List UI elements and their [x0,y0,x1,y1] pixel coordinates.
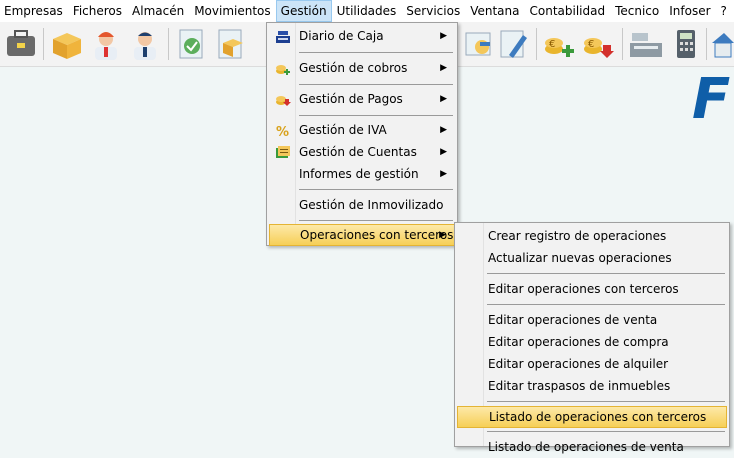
submenu-arrow-icon: ▶ [440,63,447,73]
menu-help[interactable]: ? [716,0,732,22]
menu-item-gestion-de-iva[interactable]: % Gestión de IVA ▶ [269,119,455,141]
coins-plus-icon[interactable]: € [542,27,578,61]
approve-document-icon[interactable] [174,27,210,61]
submenu-arrow-icon: ▶ [440,31,447,41]
menu-servicios[interactable]: Servicios [401,0,465,22]
menu-item-gestion-de-cuentas[interactable]: Gestión de Cuentas ▶ [269,141,455,163]
menu-item-gestion-de-cobros[interactable]: Gestión de cobros ▶ [269,57,455,79]
brand-logo: F [692,67,731,132]
worker-icon[interactable] [88,27,124,61]
menu-infoser[interactable]: Infoser [664,0,715,22]
employee-icon[interactable] [127,27,163,61]
terceros-submenu: Crear registro de operaciones Actualizar… [454,222,730,454]
cash-register-icon [275,29,291,43]
gestion-menu: Diario de Caja ▶ Gestión de cobros ▶ Ges… [266,22,458,246]
menu-item-operaciones-con-terceros[interactable]: Operaciones con terceros ▶ [269,224,455,246]
menu-item-crear-registro[interactable]: Crear registro de operaciones [457,225,727,247]
menu-item-diario-de-caja[interactable]: Diario de Caja ▶ [269,25,455,47]
menu-bar: Empresas Ficheros Almacén Movimientos Ge… [0,0,734,22]
coins-plus-icon [275,61,291,75]
ledger-icon [275,145,291,159]
menu-ficheros[interactable]: Ficheros [68,0,127,22]
calculator-icon[interactable] [668,27,704,61]
svg-text:€: € [588,39,594,50]
menu-item-editar-operaciones-compra[interactable]: Editar operaciones de compra [457,331,727,353]
menu-item-informes-de-gestion[interactable]: Informes de gestión ▶ [269,163,455,185]
briefcase-icon[interactable] [3,27,39,61]
menu-tecnico[interactable]: Tecnico [610,0,664,22]
menu-movimientos[interactable]: Movimientos [189,0,275,22]
menu-utilidades[interactable]: Utilidades [332,0,402,22]
pen-icon[interactable] [497,27,533,61]
menu-contabilidad[interactable]: Contabilidad [525,0,611,22]
menu-item-gestion-de-inmovilizado[interactable]: Gestión de Inmovilizado [269,194,455,216]
menu-item-editar-traspasos-inmuebles[interactable]: Editar traspasos de inmuebles [457,375,727,397]
house-icon[interactable] [710,27,734,61]
menu-item-editar-operaciones-venta[interactable]: Editar operaciones de venta [457,309,727,331]
menu-item-editar-operaciones-alquiler[interactable]: Editar operaciones de alquiler [457,353,727,375]
menu-item-gestion-de-pagos[interactable]: Gestión de Pagos ▶ [269,88,455,110]
menu-ventana[interactable]: Ventana [465,0,524,22]
cash-register-icon[interactable] [628,27,664,61]
coins-down-icon [275,92,291,106]
menu-item-listado-operaciones-terceros[interactable]: Listado de operaciones con terceros [457,406,727,428]
submenu-arrow-icon: ▶ [439,230,446,240]
submenu-arrow-icon: ▶ [440,94,447,104]
menu-gestion[interactable]: Gestión [275,0,332,22]
submenu-arrow-icon: ▶ [440,125,447,135]
box-icon[interactable] [49,27,85,61]
menu-item-actualizar-operaciones[interactable]: Actualizar nuevas operaciones [457,247,727,269]
submenu-arrow-icon: ▶ [440,169,447,179]
submenu-arrow-icon: ▶ [440,147,447,157]
tools-icon[interactable] [462,27,498,61]
menu-item-editar-operaciones-terceros[interactable]: Editar operaciones con terceros [457,278,727,300]
menu-item-listado-operaciones-venta[interactable]: Listado de operaciones de venta [457,436,727,458]
coins-down-icon[interactable]: € [581,27,617,61]
percent-icon: % [275,123,291,140]
box-document-icon[interactable] [213,27,249,61]
menu-empresas[interactable]: Empresas [0,0,68,22]
menu-almacen[interactable]: Almacén [127,0,189,22]
svg-text:%: % [276,125,289,138]
svg-text:€: € [549,39,555,50]
